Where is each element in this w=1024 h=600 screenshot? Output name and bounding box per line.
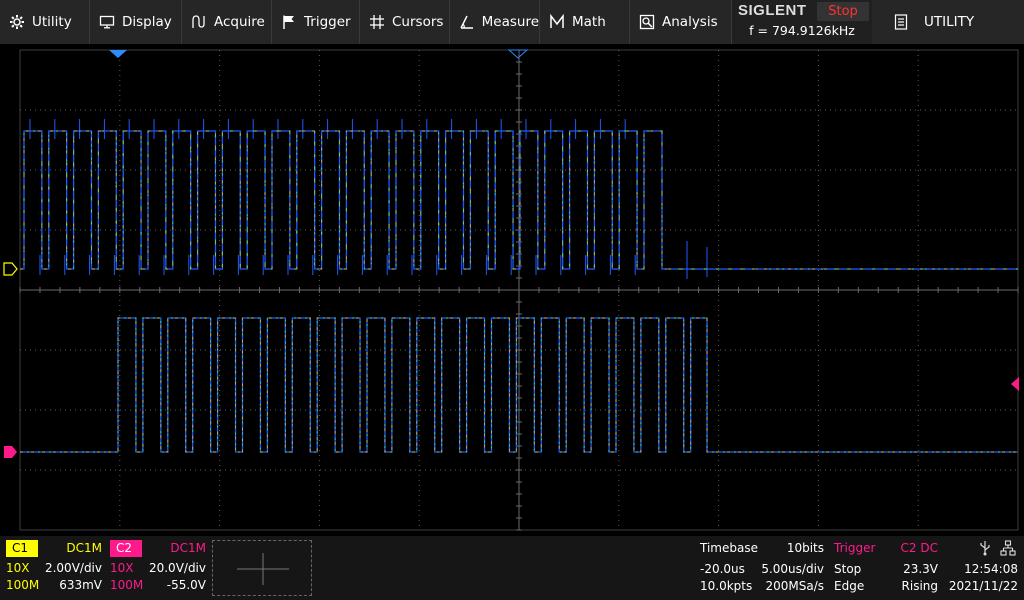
menu-analysis-label: Analysis [662,14,718,30]
clock-time: 12:54:08 [964,562,1018,576]
c2-ground-marker [4,446,17,458]
timebase-delay: -20.0us [700,562,745,576]
waveform-area [3,49,1019,531]
c2-scale: 20.0V/div [148,561,206,575]
timebase-points: 10.0kpts [700,579,753,593]
trigger-position-marker [109,50,127,58]
channel-c1-panel[interactable]: C1 DC1M 10X 2.00V/div 100M 633mV [4,540,104,596]
trigger-state: Stop [834,562,862,576]
c1-offset: 633mV [59,578,102,592]
trigger-type: Edge [834,579,865,593]
run-stop-status[interactable]: Stop [817,2,869,21]
brand-status-box: SIGLENT Stop f = 794.9126kHz [732,0,872,44]
trigger-level: 23.3V [903,562,938,576]
frequency-counter: f = 794.9126kHz [749,23,855,38]
c1-bandwidth: 100M [6,578,40,592]
c1-scale: 2.00V/div [44,561,102,575]
timebase-scale: 5.00us/div [761,562,824,576]
list-icon [894,14,908,30]
menu-measure-label: Measure [481,14,539,30]
trigger-level-marker [1011,377,1019,391]
flag-icon [280,13,298,31]
menu-display[interactable]: Display [90,0,182,44]
utility-panel-label: UTILITY [924,14,975,30]
c1-coupling: DC1M [66,541,102,555]
channel-c2-panel[interactable]: C2 DC1M 10X 20.0V/div 100M -55.0V [108,540,208,596]
add-channel-slot[interactable] [212,540,312,596]
math-icon [548,13,566,31]
horizontal-delay-marker [507,49,529,59]
c2-coupling: DC1M [170,541,206,555]
c2-bandwidth: 100M [110,578,144,592]
trigger-source: C2 DC [900,541,938,555]
acquire-icon [190,13,208,31]
timebase-sample-rate: 200MSa/s [765,579,824,593]
usb-icon [978,540,992,559]
trigger-title: Trigger [834,541,876,555]
menu-acquire[interactable]: Acquire [182,0,272,44]
menu-cursors[interactable]: Cursors [360,0,450,44]
c2-offset: -55.0V [166,578,206,592]
c1-ground-marker [3,262,18,276]
menu-cursors-label: Cursors [392,14,444,30]
menu-utility[interactable]: Utility [0,0,90,44]
menu-math-label: Math [572,14,606,30]
c2-label: C2 [110,540,142,557]
menu-utility-label: Utility [32,14,72,30]
measure-icon [458,13,476,31]
c1-probe: 10X [6,561,30,575]
c1-label: C1 [6,540,38,557]
monitor-icon [98,13,116,31]
trigger-slope: Rising [901,579,938,593]
timebase-panel[interactable]: Timebase 10bits -20.0us 5.00us/div 10.0k… [696,540,828,596]
menu-analysis[interactable]: Analysis [630,0,732,44]
menu-display-label: Display [122,14,172,30]
waveform-display[interactable] [0,44,1024,536]
trigger-panel[interactable]: Trigger C2 DC Stop 23.3V Edge Rising [830,540,942,596]
menu-acquire-label: Acquire [214,14,265,30]
graticule-center-axes [19,49,1019,531]
bottom-info-bar: C1 DC1M 10X 2.00V/div 100M 633mV C2 DC1M… [0,536,1024,600]
status-clock-panel: 12:54:08 2021/11/22 [946,540,1022,596]
gear-icon [8,13,26,31]
menu-trigger-label: Trigger [304,14,351,30]
c1-ringing-spikes [29,119,708,279]
clock-date: 2021/11/22 [948,579,1018,593]
utility-panel-tab[interactable]: UTILITY [880,0,1024,44]
analysis-icon [638,13,656,31]
cursor-crosshair-icon [368,13,386,31]
network-icon [1000,540,1016,559]
timebase-bits: 10bits [786,541,824,555]
c2-probe: 10X [110,561,134,575]
menu-measure[interactable]: Measure [450,0,540,44]
menu-trigger[interactable]: Trigger [272,0,360,44]
plus-icon [237,553,289,585]
menu-math[interactable]: Math [540,0,630,44]
timebase-title: Timebase [700,541,758,555]
brand-logo: SIGLENT [738,2,807,19]
